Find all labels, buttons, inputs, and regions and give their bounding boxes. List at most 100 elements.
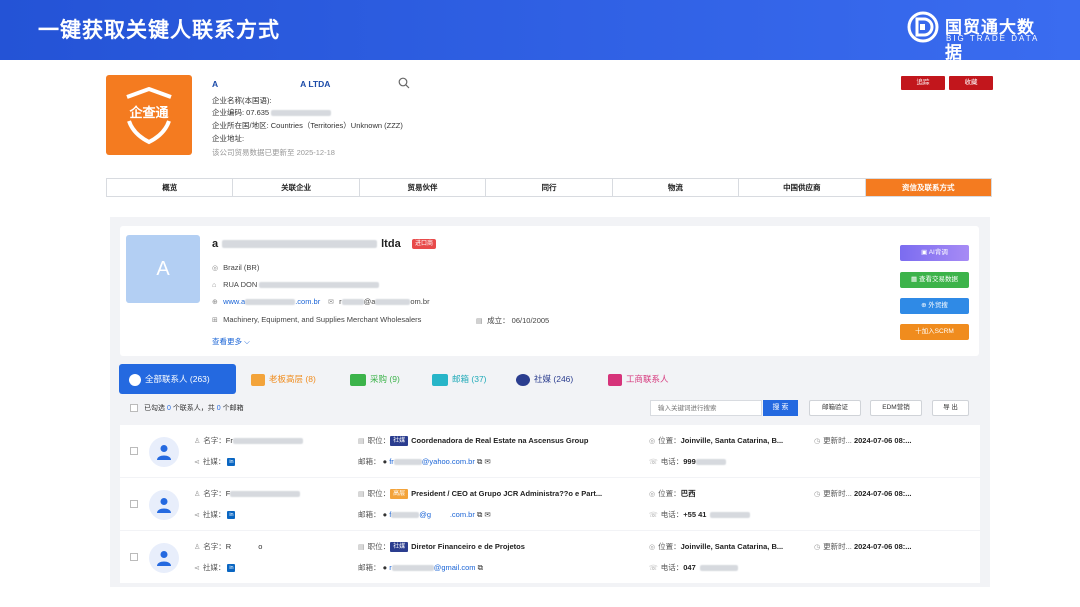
select-all-checkbox[interactable]	[130, 404, 138, 412]
see-more-link[interactable]: 查看更多 ⌵	[212, 336, 250, 347]
mail-icon: ✉	[328, 299, 334, 306]
tab-purchasing[interactable]: 采购 (9)	[350, 364, 400, 394]
row-checkbox[interactable]	[130, 553, 138, 561]
keyword-search-input[interactable]	[650, 400, 762, 416]
card-company-name: a ltda	[212, 238, 401, 250]
table-row[interactable]: ♙ 名字：R o ⋖ 社媒： in ▤ 职位： 社媒 Diretor Financeiro…	[120, 531, 980, 583]
source-tag: 社媒	[390, 542, 409, 553]
briefcase-icon	[251, 373, 265, 386]
contact-updated: ◷ 更新时... 2024-07-06 08:...	[814, 489, 912, 498]
source-tag: 社媒	[390, 436, 409, 447]
trade-data-button[interactable]: ▦ 查看交易数据	[900, 272, 969, 288]
linkedin-icon[interactable]: in	[227, 511, 236, 520]
contact-social: ⋖ 社媒： in	[194, 510, 236, 520]
mail-icon: ✉	[484, 457, 491, 466]
contact-location: ◎ 位置：巴西	[649, 489, 696, 498]
tab-all-contacts[interactable]: 全部联系人 (263)	[119, 364, 236, 394]
contact-tabs: 全部联系人 (263) 老板高层 (8) 采购 (9) 邮箱 (37) 社媒 (…	[118, 364, 980, 394]
tab-overview[interactable]: 概览	[107, 179, 234, 196]
row-checkbox[interactable]	[130, 500, 138, 508]
user-icon	[157, 498, 171, 513]
row-checkbox[interactable]	[130, 447, 138, 455]
contact-phone: ☏ 电话：047	[649, 562, 738, 573]
contact-name: ♙ 名字：F	[194, 488, 301, 499]
brand-subtitle: BIG TRADE DATA	[946, 34, 1040, 43]
envelope-icon	[432, 373, 448, 386]
avatar	[149, 543, 179, 573]
add-scrm-button[interactable]: 十加入SCRM	[900, 324, 969, 340]
contact-phone: ☏ 电话：+55 41	[649, 509, 751, 520]
contact-updated: ◷ 更新时... 2024-07-06 08:...	[814, 436, 912, 445]
chart-icon: ▦	[911, 276, 918, 283]
copy-icon: ⧉	[476, 457, 483, 466]
shield-icon: 企查通	[126, 87, 172, 145]
brand-logo-icon	[907, 11, 939, 43]
tab-logistics[interactable]: 物流	[613, 179, 740, 196]
follow-button[interactable]: 追踪	[901, 76, 945, 90]
contact-name: ♙ 名字：R o	[194, 542, 263, 551]
banner-title: 一键获取关键人联系方式	[38, 18, 280, 42]
card-website[interactable]: ⊕ www.a .com.br	[212, 297, 320, 306]
registry-icon	[608, 373, 622, 386]
tab-executives[interactable]: 老板高层 (8)	[251, 364, 316, 394]
tab-china-suppliers[interactable]: 中国供应商	[739, 179, 866, 196]
brand: 国贸通大数据 BIG TRADE DATA	[907, 11, 1052, 63]
search-icon[interactable]	[398, 77, 410, 89]
tab-business-contacts[interactable]: 工商联系人	[608, 364, 669, 394]
tab-email[interactable]: 邮箱 (37)	[432, 364, 487, 394]
avatar	[149, 437, 179, 467]
avatar	[149, 490, 179, 520]
tab-credit-contacts[interactable]: 资信及联系方式	[865, 179, 991, 196]
company-name[interactable]: A A LTDA	[212, 79, 330, 89]
email-verify-button[interactable]: 邮箱验证	[809, 400, 861, 416]
contact-position: ▤ 职位： 社媒 Coordenadora de Real Estate na Asc…	[358, 436, 589, 447]
table-row[interactable]: ♙ 名字：F ⋖ 社媒： in ▤ 职位： 高层 President / CEO at G…	[120, 478, 980, 530]
user-icon	[157, 551, 171, 566]
search-button[interactable]: 搜 索	[763, 400, 798, 416]
mail-icon: ✉	[484, 510, 491, 519]
location-icon: ◎	[212, 265, 219, 272]
contact-email[interactable]: 邮箱： ● fr @yahoo.com.br ⧉ ✉	[358, 456, 491, 467]
social-icon	[516, 373, 530, 386]
tab-social[interactable]: 社媒 (246)	[516, 364, 573, 394]
org-icon: ⊞	[212, 317, 218, 324]
user-icon	[157, 445, 171, 460]
selection-summary: 已勾选 0 个联系人，共 0 个邮箱	[144, 405, 244, 412]
contact-email[interactable]: 邮箱： ● r @gmail.com ⧉	[358, 562, 483, 573]
favorite-button[interactable]: 收藏	[949, 76, 993, 90]
tab-partners[interactable]: 贸易伙伴	[360, 179, 487, 196]
company-address-label: 企业地址:	[212, 134, 245, 143]
copy-icon: ⧉	[476, 510, 483, 519]
user-circle-icon	[129, 373, 141, 386]
home-icon: ⌂	[212, 282, 217, 289]
logo-text: 企查通	[128, 105, 168, 121]
linkedin-icon[interactable]: in	[227, 458, 236, 467]
linkedin-icon[interactable]: in	[227, 564, 236, 573]
card-country: ◎ Brazil (BR)	[212, 263, 260, 272]
card-industry: ⊞ Machinery, Equipment, and Supplies Mer…	[212, 315, 422, 324]
card-email[interactable]: ✉ r @a om.br	[328, 297, 430, 306]
main-tabs: 概览 关联企业 贸易伙伴 同行 物流 中国供应商 资信及联系方式	[106, 178, 992, 197]
export-button[interactable]: 导 出	[932, 400, 969, 416]
contact-name: ♙ 名字：Fr	[194, 435, 303, 446]
company-logo: 企查通	[106, 75, 192, 155]
ai-icon: ▣	[921, 249, 928, 256]
table-row[interactable]: ♙ 名字：Fr ⋖ 社媒： in ▤ 职位： 社媒 Coordenadora de Rea…	[120, 425, 980, 477]
calendar-icon: ▤	[476, 318, 483, 325]
ai-check-button[interactable]: ▣ AI背调	[900, 245, 969, 261]
contact-position: ▤ 职位： 高层 President / CEO at Grupo JCR Admin…	[358, 489, 603, 500]
tab-peers[interactable]: 同行	[486, 179, 613, 196]
contact-email[interactable]: 邮箱： ● f @g .com.br ⧉ ✉	[358, 509, 491, 520]
importer-badge: 进口商	[412, 239, 437, 249]
contact-social: ⋖ 社媒： in	[194, 457, 236, 467]
contact-position: ▤ 职位： 社媒 Diretor Financeiro e de Projetos	[358, 542, 525, 553]
edm-button[interactable]: EDM营销	[870, 400, 922, 416]
tab-related[interactable]: 关联企业	[233, 179, 360, 196]
company-code: 企业编码: 07.635	[212, 107, 332, 118]
trade-search-button[interactable]: ⊕ 外贸搜	[900, 298, 969, 314]
chevron-down-icon: ⌵	[244, 337, 250, 346]
card-address: ⌂ RUA DON	[212, 280, 380, 289]
contact-social: ⋖ 社媒： in	[194, 563, 236, 573]
contact-phone: ☏ 电话：999	[649, 456, 726, 467]
contacts-toolbar: 已勾选 0 个联系人，共 0 个邮箱 搜 索 邮箱验证 EDM营销 导 出	[120, 398, 980, 418]
